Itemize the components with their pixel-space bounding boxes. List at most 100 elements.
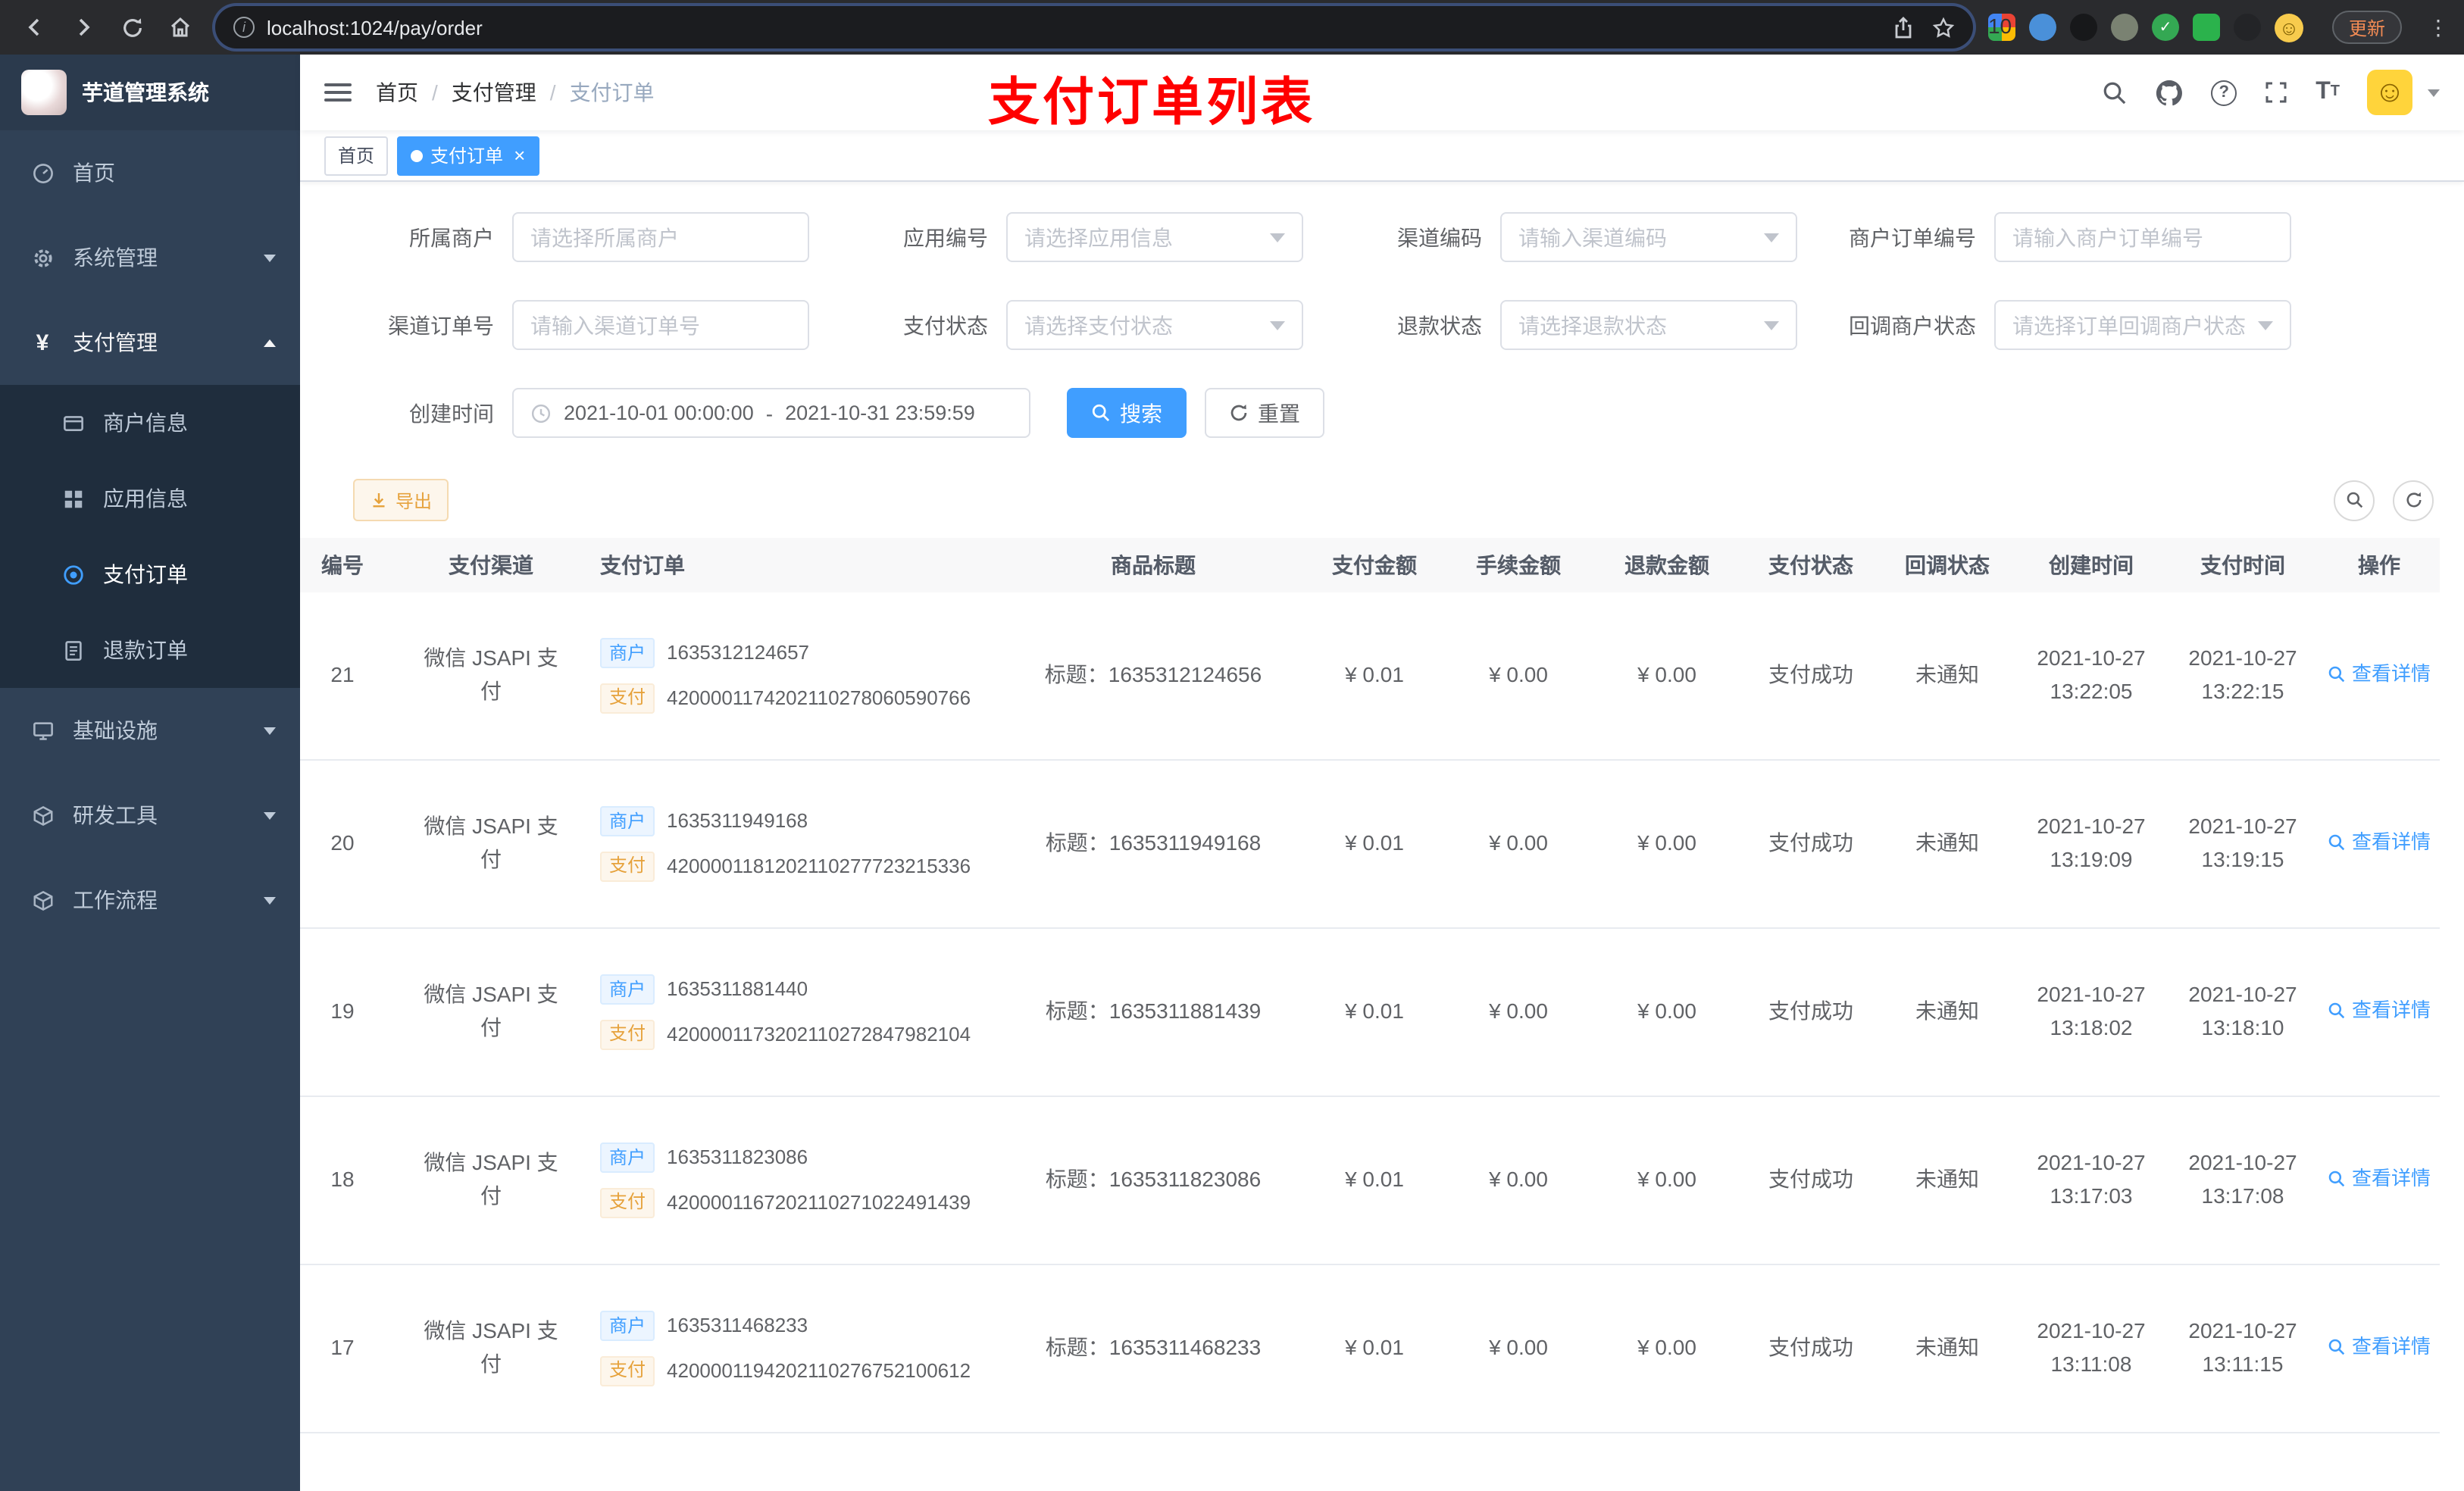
reload-icon[interactable] xyxy=(112,8,152,47)
cell-amount: ¥ 0.01 xyxy=(1345,1167,1404,1192)
filter-row-2: 渠道订单号 支付状态 请选择支付状态 退款状态 请选择退款状态 xyxy=(330,300,2464,350)
fullscreen-icon[interactable] xyxy=(2264,80,2288,105)
github-icon[interactable] xyxy=(2155,78,2184,107)
channel-order-no-field[interactable] xyxy=(512,300,809,350)
cell-title: 标题：1635311468233 xyxy=(1045,1335,1262,1360)
forward-icon[interactable] xyxy=(64,8,103,47)
bookmark-star-icon[interactable] xyxy=(1932,16,1955,39)
reset-button[interactable]: 重置 xyxy=(1205,388,1324,438)
view-detail-link[interactable]: 查看详情 xyxy=(2328,1163,2431,1193)
update-button[interactable]: 更新 xyxy=(2331,11,2402,44)
app-select[interactable]: 请选择应用信息 xyxy=(1006,212,1303,262)
table-row: 20 微信 JSAPI 支付 商户 1635311949168 支付 4200001… xyxy=(300,761,2440,929)
view-detail-link[interactable]: 查看详情 xyxy=(2328,995,2431,1025)
cell-notify: 未通知 xyxy=(1915,662,1979,687)
view-detail-link[interactable]: 查看详情 xyxy=(2328,827,2431,857)
cell-refund: ¥ 0.00 xyxy=(1637,999,1696,1024)
filter-row-3: 创建时间 2021-10-01 00:00:00 - 2021-10-31 23… xyxy=(330,388,2464,438)
cell-paid: 2021-10-27 13:17:08 xyxy=(2188,1150,2297,1208)
share-icon[interactable] xyxy=(1893,16,1914,39)
sidebar-item-infrastructure[interactable]: 基础设施 xyxy=(0,688,300,773)
search-button[interactable]: 搜索 xyxy=(1067,388,1187,438)
notify-status-select[interactable]: 请选择订单回调商户状态 xyxy=(1994,300,2291,350)
merchant-select[interactable] xyxy=(512,212,809,262)
merchant-order-no-input[interactable] xyxy=(2012,225,2273,249)
chevron-down-icon xyxy=(264,811,276,819)
sidebar: 芋道管理系统 首页 系统管理 ¥ 支付管理 商户信息 应用信息 支付订单 退款订… xyxy=(0,55,300,1491)
column-header-order: 支付订单 xyxy=(600,553,685,577)
export-button[interactable]: 导出 xyxy=(353,479,449,521)
address-bar[interactable]: i localhost:1024/pay/order xyxy=(215,6,1973,48)
chevron-down-icon xyxy=(264,896,276,904)
sidebar-item-workflow[interactable]: 工作流程 xyxy=(0,858,300,942)
search-icon[interactable] xyxy=(2102,80,2128,105)
sidebar-item-merchant-info[interactable]: 商户信息 xyxy=(0,385,300,461)
sidebar-item-home[interactable]: 首页 xyxy=(0,130,300,215)
extension-icon[interactable] xyxy=(2069,14,2097,41)
breadcrumb-home[interactable]: 首页 xyxy=(376,77,418,108)
view-detail-link[interactable]: 查看详情 xyxy=(2328,1331,2431,1361)
extension-icon[interactable] xyxy=(2192,14,2220,41)
column-header-channel: 支付渠道 xyxy=(449,553,533,577)
table-row: 商户1635311157126 xyxy=(300,1433,2440,1491)
navbar-tools: ? TT ☺ xyxy=(2102,70,2440,115)
date-end: 2021-10-31 23:59:59 xyxy=(785,402,975,424)
cube-icon xyxy=(30,889,55,911)
merchant-tag: 商户 xyxy=(600,974,655,1005)
avatar-dropdown-caret-icon[interactable] xyxy=(2428,89,2440,96)
sidebar-item-system[interactable]: 系统管理 xyxy=(0,215,300,300)
browser-toolbar: i localhost:1024/pay/order 10 ✓ ☺ 更新 ⋮ xyxy=(0,0,2464,55)
extension-icon[interactable]: ✓ xyxy=(2151,14,2179,41)
tab-pay-order[interactable]: 支付订单 × xyxy=(397,136,539,175)
view-detail-link[interactable]: 查看详情 xyxy=(2328,658,2431,689)
sidebar-item-refund-order[interactable]: 退款订单 xyxy=(0,612,300,688)
page-content: 所属商户 应用编号 请选择应用信息 渠道编码 请输入渠道编码 xyxy=(300,182,2464,1491)
cell-order: 商户 1635311881440 支付 4200001173202110272847… xyxy=(576,974,1003,1050)
cell-title: 标题：1635312124656 xyxy=(1044,662,1262,687)
extension-icon[interactable] xyxy=(2233,14,2261,41)
sidebar-item-dev-tools[interactable]: 研发工具 xyxy=(0,773,300,858)
yen-icon: ¥ xyxy=(36,330,49,355)
refresh-button[interactable] xyxy=(2393,480,2434,520)
sidebar-item-payment[interactable]: ¥ 支付管理 xyxy=(0,300,300,385)
sidebar-item-pay-order[interactable]: 支付订单 xyxy=(0,536,300,612)
merchant-order-no-field[interactable] xyxy=(1994,212,2291,262)
app-title: 芋道管理系统 xyxy=(82,80,209,105)
channel-code-select[interactable]: 请输入渠道编码 xyxy=(1500,212,1797,262)
site-info-icon[interactable]: i xyxy=(233,17,255,38)
hamburger-icon[interactable] xyxy=(324,83,352,102)
column-header-actions: 操作 xyxy=(2358,553,2400,577)
pay-status-select[interactable]: 请选择支付状态 xyxy=(1006,300,1303,350)
tab-home[interactable]: 首页 xyxy=(324,136,389,175)
sidebar-item-app-info[interactable]: 应用信息 xyxy=(0,461,300,536)
extension-icon[interactable] xyxy=(2110,14,2138,41)
channel-order-no-input[interactable] xyxy=(530,313,791,337)
grid-icon xyxy=(61,487,85,510)
extension-icon[interactable]: 10 xyxy=(1987,14,2015,41)
column-header-notify: 回调状态 xyxy=(1905,553,1990,577)
profile-avatar[interactable]: ☺ xyxy=(2274,13,2303,42)
help-icon[interactable]: ? xyxy=(2211,80,2237,105)
breadcrumb-section[interactable]: 支付管理 xyxy=(452,77,536,108)
navbar: 首页 / 支付管理 / 支付订单 ? TT ☺ xyxy=(300,55,2464,130)
font-size-icon[interactable]: TT xyxy=(2315,80,2340,105)
merchant-input[interactable] xyxy=(530,225,791,249)
toggle-search-button[interactable] xyxy=(2334,480,2375,520)
merchant-tag: 商户 xyxy=(600,638,655,669)
date-range-picker[interactable]: 2021-10-01 00:00:00 - 2021-10-31 23:59:5… xyxy=(512,388,1030,438)
browser-menu-icon[interactable]: ⋮ xyxy=(2428,14,2449,40)
cell-title: 标题：1635311881439 xyxy=(1045,999,1262,1024)
cell-status: 支付成功 xyxy=(1768,999,1853,1024)
extension-icon[interactable] xyxy=(2028,14,2056,41)
cell-channel: 微信 JSAPI 支付 xyxy=(424,645,558,703)
user-avatar[interactable]: ☺ xyxy=(2367,70,2412,115)
cell-fee: ¥ 0.00 xyxy=(1489,662,1548,687)
back-icon[interactable] xyxy=(15,8,55,47)
search-icon xyxy=(2328,1002,2345,1018)
home-icon[interactable] xyxy=(161,8,200,47)
cell-fee: ¥ 0.00 xyxy=(1489,1335,1548,1360)
cell-paid: 2021-10-27 13:19:15 xyxy=(2188,814,2297,871)
close-icon[interactable]: × xyxy=(514,145,525,165)
column-header-status: 支付状态 xyxy=(1768,553,1853,577)
refund-status-select[interactable]: 请选择退款状态 xyxy=(1500,300,1797,350)
